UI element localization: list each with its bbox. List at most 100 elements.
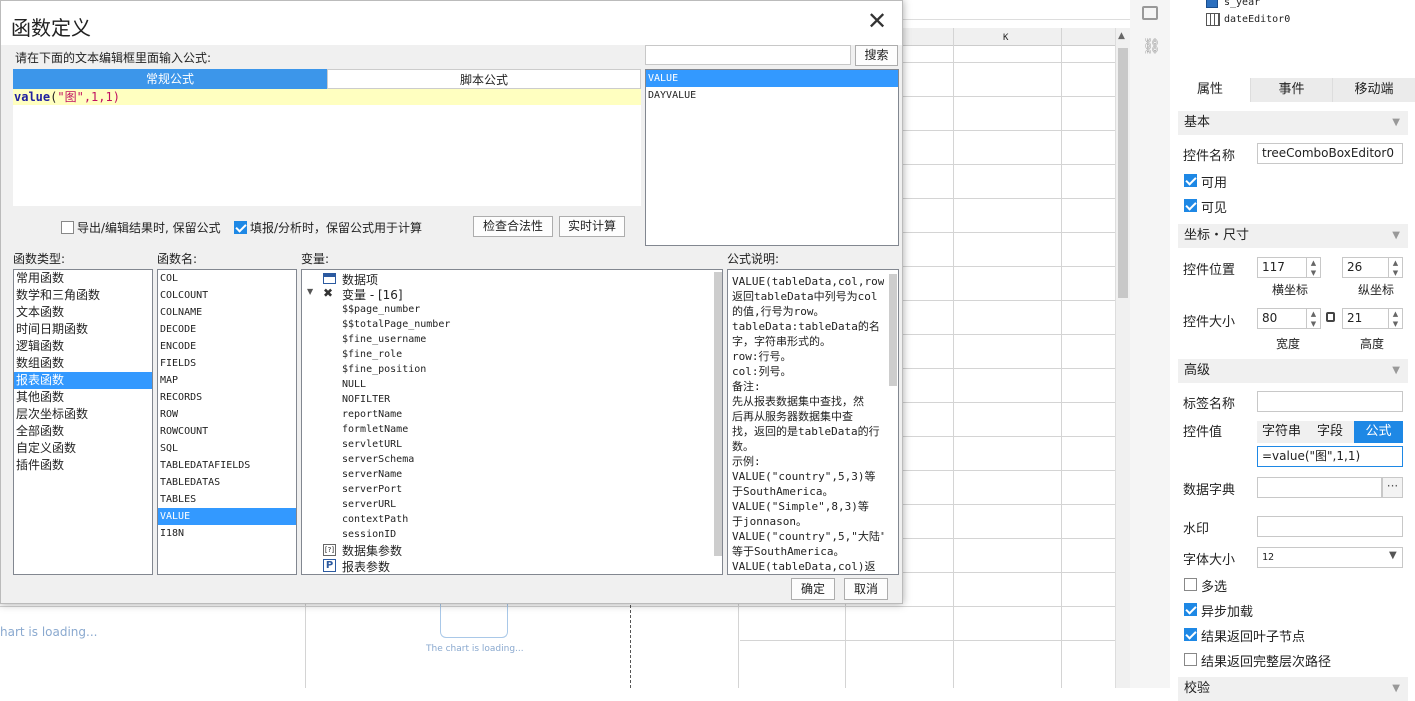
search-result-item[interactable]: VALUE [646,70,898,87]
function-name-item[interactable]: COLCOUNT [158,287,296,304]
function-name-item[interactable]: TABLEDATAFIELDS [158,457,296,474]
variable-item[interactable]: serverURL [342,497,396,512]
section-coord-size[interactable]: 坐标・尺寸 ▼ [1178,224,1408,248]
function-name-item[interactable]: ENCODE [158,338,296,355]
function-name-item[interactable]: VALUE [158,508,296,525]
export-keep-formula-checkbox[interactable] [61,221,74,234]
check-validity-button[interactable]: 检查合法性 [473,216,553,237]
tree-item-s-year[interactable]: s_year [1224,0,1260,8]
variable-item[interactable]: serverPort [342,482,402,497]
dict-input[interactable] [1257,477,1382,498]
function-name-item[interactable]: MAP [158,372,296,389]
variable-scrollbar[interactable] [714,272,722,556]
value-tab-formula[interactable]: 公式 [1354,421,1403,443]
async-load-checkbox[interactable] [1184,603,1197,616]
enabled-checkbox[interactable] [1184,174,1197,187]
scroll-up-icon[interactable]: ▲ [1118,31,1125,41]
variable-item[interactable]: NULL [342,377,366,392]
fill-keep-formula-checkbox[interactable] [234,221,247,234]
search-result-item[interactable]: DAYVALUE [646,87,898,104]
lock-icon[interactable] [1326,312,1335,322]
function-name-item[interactable]: ROW [158,406,296,423]
visible-checkbox[interactable] [1184,199,1197,212]
section-basic[interactable]: 基本 ▼ [1178,111,1408,135]
function-type-item[interactable]: 报表函数 [14,372,152,389]
tab-mobile[interactable]: 移动端 [1333,78,1415,102]
variable-item[interactable]: reportName [342,407,402,422]
fontsize-select[interactable]: 12 [1257,547,1403,568]
function-name-item[interactable]: TABLEDATAS [158,474,296,491]
tag-input[interactable] [1257,391,1403,412]
ok-button[interactable]: 确定 [791,578,835,600]
value-tab-field[interactable]: 字段 [1306,421,1354,443]
tree-item-date-editor[interactable]: dateEditor0 [1224,14,1290,25]
chevron-down-icon[interactable]: ▼ [307,287,313,296]
variable-report-param[interactable]: 报表参数 [342,558,390,574]
watermark-input[interactable] [1257,516,1403,537]
realtime-calc-button[interactable]: 实时计算 [559,216,625,237]
link-icon[interactable]: ⛓ [1142,38,1161,54]
variable-item[interactable]: contextPath [342,512,408,527]
pos-x-input[interactable]: 117 [1257,257,1307,278]
function-name-item[interactable]: FIELDS [158,355,296,372]
pos-x-stepper[interactable]: ▲ ▼ [1307,257,1321,278]
function-name-item[interactable]: COLNAME [158,304,296,321]
tab-script-formula[interactable]: 脚本公式 [327,69,641,89]
function-type-item[interactable]: 时间日期函数 [14,321,152,338]
height-input[interactable]: 21 [1342,308,1389,329]
function-type-item[interactable]: 文本函数 [14,304,152,321]
variable-item[interactable]: serverName [342,467,402,482]
cancel-button[interactable]: 取消 [844,578,888,600]
ellipsis-icon[interactable]: ··· [1382,477,1403,498]
function-name-item[interactable]: TABLES [158,491,296,508]
scroll-thumb[interactable] [1118,48,1128,298]
search-input[interactable] [645,45,851,65]
variable-item[interactable]: $$totalPage_number [342,317,450,332]
function-type-item[interactable]: 层次坐标函数 [14,406,152,423]
function-type-item[interactable]: 数组函数 [14,355,152,372]
widget-name-input[interactable]: treeComboBoxEditor0 [1257,143,1403,164]
function-name-item[interactable]: COL [158,270,296,287]
section-validate[interactable]: 校验 ▼ [1178,677,1408,701]
variable-item[interactable]: servletURL [342,437,402,452]
variable-item[interactable]: formletName [342,422,408,437]
height-stepper[interactable]: ▲ ▼ [1389,308,1403,329]
tab-normal-formula[interactable]: 常规公式 [13,69,327,89]
variable-item[interactable]: $$page_number [342,302,420,317]
sheet-vertical-scrollbar[interactable]: ▲ [1115,28,1130,688]
formula-input[interactable]: value("图",1,1) [13,89,641,105]
full-path-checkbox[interactable] [1184,653,1197,666]
variable-dataset-param[interactable]: 数据集参数 [342,542,402,559]
tab-properties[interactable]: 属性 [1170,78,1251,102]
leaf-node-checkbox[interactable] [1184,628,1197,641]
function-type-item[interactable]: 全部函数 [14,423,152,440]
function-name-item[interactable]: SQL [158,440,296,457]
function-type-item[interactable]: 其他函数 [14,389,152,406]
variable-item[interactable]: serverSchema [342,452,414,467]
value-formula-input[interactable]: =value("图",1,1) [1257,446,1403,467]
search-button[interactable]: 搜索 [855,45,898,66]
width-input[interactable]: 80 [1257,308,1307,329]
pos-y-stepper[interactable]: ▲ ▼ [1389,257,1403,278]
multi-select-checkbox[interactable] [1184,578,1197,591]
width-stepper[interactable]: ▲ ▼ [1307,308,1321,329]
function-type-item[interactable]: 自定义函数 [14,440,152,457]
function-name-item[interactable]: RECORDS [158,389,296,406]
description-scrollbar[interactable] [889,274,897,386]
variable-item[interactable]: sessionID [342,527,396,542]
chevron-down-icon[interactable]: ▼ [1389,550,1397,561]
list-icon[interactable] [1142,6,1158,20]
function-type-item[interactable]: 常用函数 [14,270,152,287]
function-type-item[interactable]: 数学和三角函数 [14,287,152,304]
value-tab-string[interactable]: 字符串 [1257,421,1306,443]
variable-item[interactable]: $fine_position [342,362,426,377]
function-type-item[interactable]: 逻辑函数 [14,338,152,355]
close-icon[interactable]: ✕ [866,9,888,33]
section-advanced[interactable]: 高级 ▼ [1178,359,1408,383]
variable-group[interactable]: 变量 - [16] [342,286,403,303]
pos-y-input[interactable]: 26 [1342,257,1389,278]
tab-events[interactable]: 事件 [1251,78,1333,102]
function-name-item[interactable]: I18N [158,525,296,542]
function-type-item[interactable]: 插件函数 [14,457,152,474]
variable-item[interactable]: $fine_username [342,332,426,347]
